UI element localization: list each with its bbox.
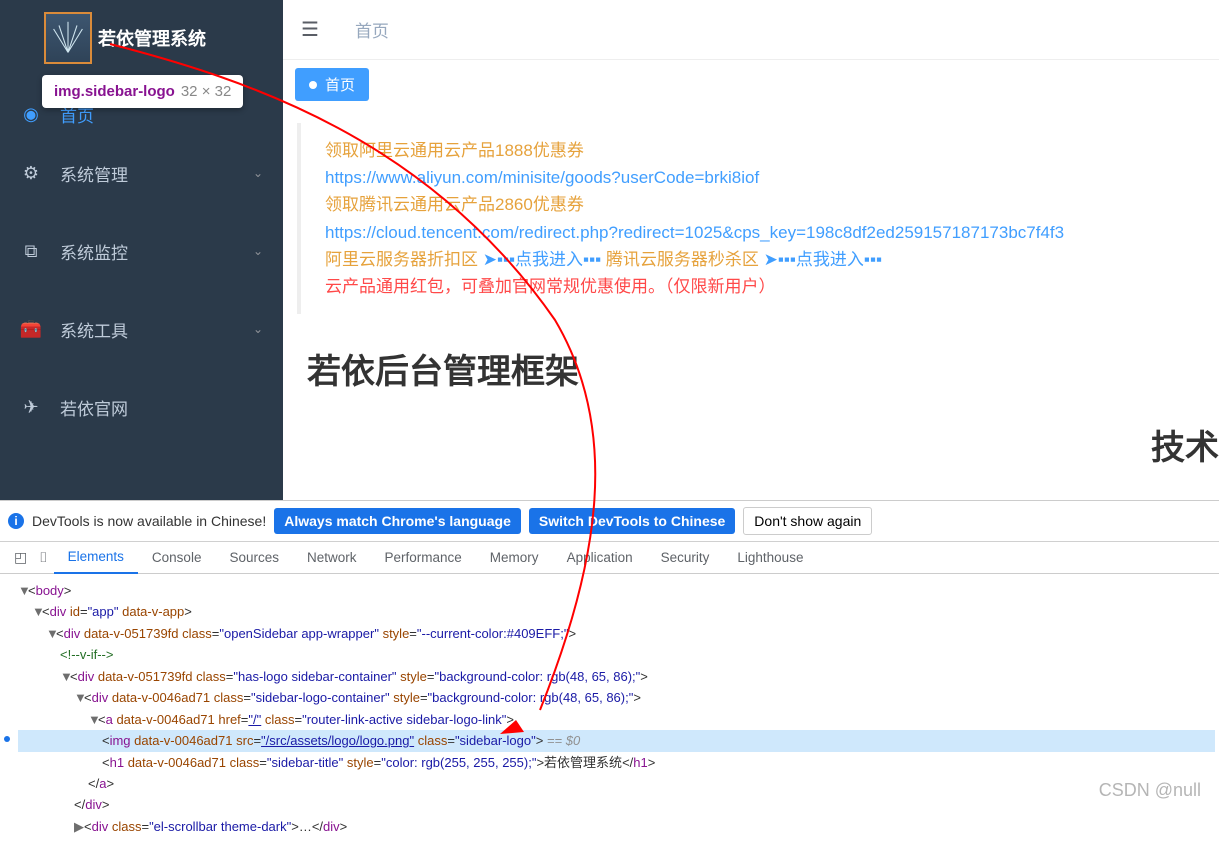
promo-line: 阿里云服务器折扣区 ➤▪▪▪点我进入▪▪▪ 腾讯云服务器秒杀区 ➤▪▪▪点我进入… xyxy=(325,246,1219,273)
tab-performance[interactable]: Performance xyxy=(371,542,476,574)
tab-home[interactable]: 首页 xyxy=(295,68,369,101)
tab-security[interactable]: Security xyxy=(647,542,724,574)
leaf-icon xyxy=(50,20,86,56)
tooltip-selector: img.sidebar-logo xyxy=(54,83,175,100)
main-content: ☰ 首页 首页 领取阿里云通用云产品1888优惠券 https://www.al… xyxy=(283,0,1219,500)
sidebar-item-system-monitor[interactable]: ⧉ 系统监控 ⌄ xyxy=(0,212,283,290)
topbar: ☰ 首页 xyxy=(283,0,1219,60)
switch-chinese-button[interactable]: Switch DevTools to Chinese xyxy=(529,508,735,534)
toolbox-icon: 🧰 xyxy=(20,319,42,340)
sidebar-logo-container[interactable]: 若依管理系统 xyxy=(0,0,283,64)
selected-dom-node[interactable]: <img data-v-0046ad71 src="/src/assets/lo… xyxy=(18,730,1215,751)
tab-console[interactable]: Console xyxy=(138,542,216,574)
dashboard-icon: ◉ xyxy=(20,104,42,125)
tech-title: 技术 xyxy=(1151,420,1219,469)
tabs-row: 首页 xyxy=(283,60,1219,109)
sidebar-item-system-manage[interactable]: ⚙ 系统管理 ⌄ xyxy=(0,134,283,212)
match-language-button[interactable]: Always match Chrome's language xyxy=(274,508,521,534)
tab-network[interactable]: Network xyxy=(293,542,371,574)
promo-line: 领取阿里云通用云产品1888优惠券 xyxy=(325,137,1219,164)
hamburger-icon[interactable]: ☰ xyxy=(301,17,319,42)
paper-plane-icon: ✈ xyxy=(20,397,42,418)
breadcrumb[interactable]: 首页 xyxy=(355,17,389,42)
chevron-down-icon: ⌄ xyxy=(253,166,263,180)
tab-application[interactable]: Application xyxy=(553,542,647,574)
tab-memory[interactable]: Memory xyxy=(476,542,553,574)
sidebar: 若依管理系统 img.sidebar-logo32 × 32 ◉ 首页 ⚙ 系统… xyxy=(0,0,283,500)
monitor-icon: ⧉ xyxy=(20,241,42,262)
promo-link[interactable]: https://cloud.tencent.com/redirect.php?r… xyxy=(325,219,1219,246)
info-icon: i xyxy=(8,513,24,529)
promo-link[interactable]: https://www.aliyun.com/minisite/goods?us… xyxy=(325,164,1219,191)
promo-card: 领取阿里云通用云产品1888优惠券 https://www.aliyun.com… xyxy=(297,123,1219,314)
promo-line: 领取腾讯云通用云产品2860优惠券 xyxy=(325,191,1219,218)
dont-show-button[interactable]: Don't show again xyxy=(743,507,872,535)
sidebar-item-system-tools[interactable]: 🧰 系统工具 ⌄ xyxy=(0,290,283,368)
tab-elements[interactable]: Elements xyxy=(54,542,138,574)
devtools-tabs: ◰ ⌷ Elements Console Sources Network Per… xyxy=(0,542,1219,574)
inspector-tooltip: img.sidebar-logo 32 × 32 xyxy=(42,75,243,108)
devtools-notice-bar: i DevTools is now available in Chinese! … xyxy=(0,501,1219,542)
gear-icon: ⚙ xyxy=(20,163,42,184)
chevron-down-icon: ⌄ xyxy=(253,322,263,336)
device-toolbar-icon[interactable]: ⌷ xyxy=(33,545,53,570)
inspect-tool-icon[interactable]: ◰ xyxy=(8,545,33,570)
promo-line: 云产品通用红包，可叠加官网常规优惠使用。（仅限新用户） xyxy=(325,273,1219,300)
app-title: 若依管理系统 xyxy=(98,25,206,51)
tab-lighthouse[interactable]: Lighthouse xyxy=(723,542,817,574)
chevron-down-icon: ⌄ xyxy=(253,244,263,258)
devtools-panel: i DevTools is now available in Chinese! … xyxy=(0,500,1219,843)
devtools-notice: DevTools is now available in Chinese! xyxy=(32,513,266,529)
tooltip-dims: 32 × 32 xyxy=(181,83,231,100)
page-title: 若依后台管理框架 xyxy=(307,344,1219,393)
tab-sources[interactable]: Sources xyxy=(215,542,293,574)
sidebar-logo xyxy=(44,12,92,64)
dom-tree[interactable]: ▼<body> ▼<div id="app" data-v-app> ▼<div… xyxy=(0,574,1219,843)
sidebar-item-official-site[interactable]: ✈ 若依官网 xyxy=(0,368,283,446)
